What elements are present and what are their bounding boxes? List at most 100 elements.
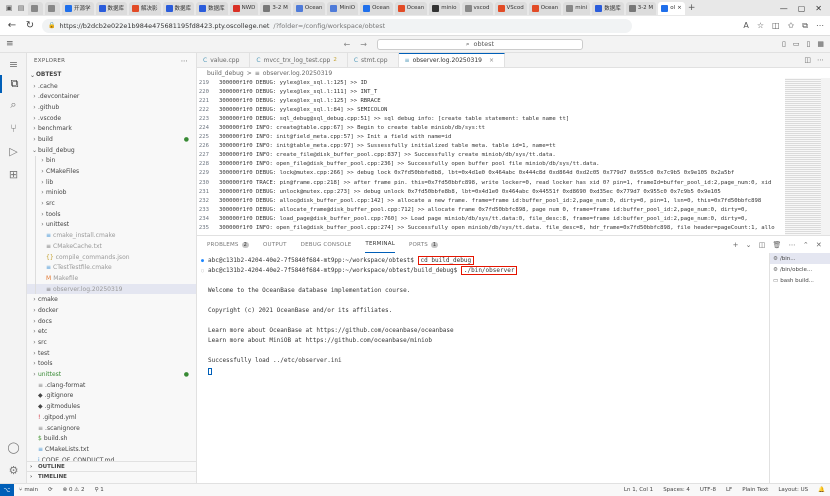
- editor-tab[interactable]: Cstmt.cpp: [348, 53, 399, 67]
- branch-status[interactable]: ⑂ main: [14, 487, 43, 493]
- reload-icon[interactable]: ↻: [24, 20, 36, 31]
- tab-actions-icon[interactable]: ▤: [16, 3, 26, 13]
- panel-more-icon[interactable]: ⋯: [789, 241, 796, 249]
- maximize-icon[interactable]: ▢: [798, 4, 806, 13]
- tree-item[interactable]: › src: [27, 337, 196, 348]
- window-menu-icon[interactable]: ▣: [4, 3, 14, 13]
- tree-item[interactable]: › lib: [27, 176, 196, 188]
- tree-item[interactable]: {} compile_commands.json: [27, 251, 196, 263]
- panel-tab[interactable]: PORTS 1: [409, 236, 439, 253]
- split-editor-icon[interactable]: ◫: [804, 56, 811, 64]
- favorite-star-icon[interactable]: ☆: [757, 21, 764, 31]
- minimap[interactable]: [785, 78, 821, 235]
- browser-tab[interactable]: mini: [563, 1, 591, 15]
- maximize-panel-icon[interactable]: ⌃: [803, 241, 809, 249]
- toggle-sidebar-icon[interactable]: ▯: [782, 40, 786, 48]
- editor-tab[interactable]: ≡ observer.log.20250319 ×: [398, 53, 506, 67]
- outline-section[interactable]: › OUTLINE: [27, 461, 196, 471]
- breadcrumb-item[interactable]: ≡: [255, 70, 260, 77]
- split-terminal-icon[interactable]: ◫: [759, 241, 766, 249]
- extensions-icon[interactable]: ⊞: [0, 165, 27, 183]
- tree-item[interactable]: › src: [27, 198, 196, 209]
- status-item[interactable]: Plain Text: [737, 487, 773, 493]
- tree-item[interactable]: › test: [27, 348, 196, 359]
- browser-tab[interactable]: 3-2 M: [625, 1, 657, 15]
- browser-tab[interactable]: [28, 1, 43, 15]
- browser-tab[interactable]: 解决影: [129, 1, 161, 15]
- tree-item[interactable]: ≡ cmake_install.cmake: [27, 230, 196, 241]
- customize-layout-icon[interactable]: ▦: [817, 40, 824, 48]
- url-field[interactable]: 🔒 https://b2dcb2e022e1b984e475681195fd84…: [42, 18, 632, 33]
- close-window-icon[interactable]: ✕: [815, 4, 822, 13]
- browser-tab[interactable]: Ocean: [528, 1, 562, 15]
- source-control-icon[interactable]: ⑂: [0, 119, 27, 137]
- browser-tab[interactable]: 数据库: [592, 1, 624, 15]
- minimize-icon[interactable]: —: [780, 4, 788, 13]
- editor-tab[interactable]: Cvalue.cpp: [197, 53, 251, 67]
- editor-scrollbar[interactable]: [821, 78, 830, 235]
- tree-item[interactable]: › build ●: [27, 134, 196, 145]
- browser-tab[interactable]: MiniO: [327, 1, 359, 15]
- tree-item[interactable]: › etc: [27, 327, 196, 338]
- terminal-dropdown-icon[interactable]: ⌄: [746, 241, 752, 249]
- new-tab-button[interactable]: +: [687, 3, 697, 13]
- tree-item[interactable]: › CMakeFiles: [27, 166, 196, 177]
- close-panel-icon[interactable]: ✕: [816, 241, 822, 249]
- split-screen-icon[interactable]: ◫: [772, 21, 780, 31]
- status-item[interactable]: LF: [721, 487, 737, 493]
- panel-tab[interactable]: PROBLEMS 2: [207, 236, 250, 253]
- settings-gear-icon[interactable]: ⚙: [0, 461, 27, 479]
- terminal-instance[interactable]: ⚙/bin/obcle...: [770, 264, 830, 275]
- browser-tab[interactable]: 3-2 M: [260, 1, 291, 15]
- browser-tab[interactable]: Ocean: [360, 1, 393, 15]
- remote-indicator-icon[interactable]: ⌥: [0, 483, 14, 496]
- problems-status[interactable]: ⊗ 0 ⚠ 2: [58, 487, 90, 493]
- account-icon[interactable]: ◯: [0, 438, 27, 456]
- explorer-icon[interactable]: ⧉: [0, 75, 27, 93]
- back-icon[interactable]: ←: [6, 20, 18, 31]
- browser-tab[interactable]: ol ×: [658, 1, 685, 15]
- panel-tab[interactable]: TERMINAL: [365, 236, 395, 253]
- tree-item[interactable]: › docker: [27, 305, 196, 316]
- terminal-instance[interactable]: ⚙/bin...: [770, 253, 830, 264]
- browser-tab[interactable]: minio: [429, 1, 460, 15]
- tree-item[interactable]: › unittest: [27, 219, 196, 231]
- terminal-instance[interactable]: ▭ bash build...: [770, 275, 830, 286]
- status-item[interactable]: UTF-8: [695, 487, 721, 493]
- tree-item[interactable]: › .github: [27, 102, 196, 113]
- breadcrumb-item[interactable]: build_debug: [207, 70, 244, 77]
- terminal-output[interactable]: ● abc@c131b2-4204-40e2-7f5840f684-mt9pp:…: [197, 253, 767, 484]
- browser-tab[interactable]: 数据库: [162, 1, 195, 15]
- browser-tab[interactable]: NWD: [229, 1, 259, 15]
- breadcrumb-item[interactable]: observer.log.20250319: [263, 70, 332, 77]
- hamburger-menu-icon[interactable]: ≡: [6, 39, 14, 49]
- tree-item[interactable]: › unittest ●: [27, 369, 196, 380]
- tree-item[interactable]: ! .gitpod.yml: [27, 412, 196, 423]
- favorites-icon[interactable]: ✩: [788, 21, 795, 31]
- tree-item[interactable]: › cmake: [27, 294, 196, 305]
- go-forward-icon[interactable]: →: [360, 40, 367, 49]
- close-tab-icon[interactable]: ×: [489, 57, 494, 64]
- tree-item[interactable]: ◆ .gitignore: [27, 391, 196, 402]
- explorer-more-icon[interactable]: ⋯: [181, 57, 196, 65]
- editor-more-icon[interactable]: ⋯: [817, 56, 824, 64]
- toggle-secondary-sidebar-icon[interactable]: ▯: [807, 40, 811, 48]
- run-debug-icon[interactable]: ▷: [0, 142, 27, 160]
- status-item[interactable]: Layout: US: [773, 487, 813, 493]
- tree-item[interactable]: ≡ observer.log.20250319: [27, 283, 196, 295]
- close-tab-icon[interactable]: ×: [677, 5, 682, 11]
- tree-item[interactable]: › benchmark: [27, 123, 196, 134]
- read-aloud-icon[interactable]: A: [743, 21, 748, 31]
- tree-item[interactable]: › miniob: [27, 187, 196, 199]
- status-item[interactable]: Ln 1, Col 1: [619, 487, 658, 493]
- tree-item[interactable]: ≡ CMakeCache.txt: [27, 241, 196, 252]
- tree-item[interactable]: › docs: [27, 316, 196, 327]
- timeline-section[interactable]: › TIMELINE: [27, 471, 196, 481]
- browser-tab[interactable]: Ocean: [292, 1, 326, 15]
- code-view[interactable]: 219 300000f1f0 DEBUG: yylex@lex_sql.l:125…: [197, 78, 783, 235]
- browser-tab[interactable]: 数据库: [196, 1, 228, 15]
- ports-status[interactable]: ⚲ 1: [89, 487, 108, 493]
- collections-icon[interactable]: ⧉: [802, 21, 808, 31]
- browser-tab[interactable]: 开源学: [62, 1, 94, 15]
- browser-tab[interactable]: Ocean: [394, 1, 428, 15]
